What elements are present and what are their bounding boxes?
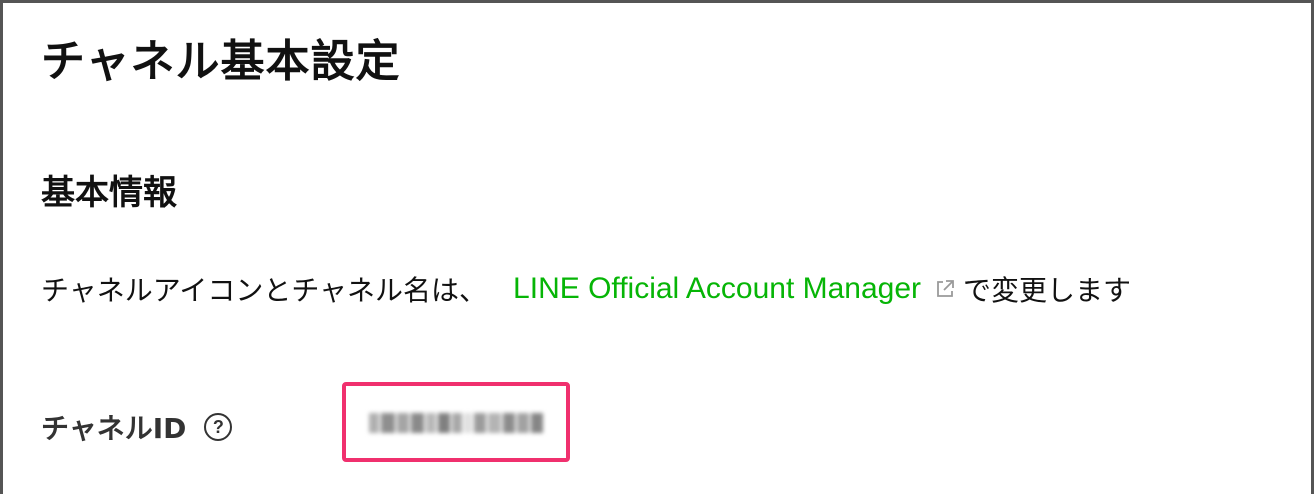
section-title-basic-info: 基本情報: [41, 173, 177, 213]
description-suffix: で変更します: [963, 274, 1132, 307]
channel-id-row: チャネルID ?: [41, 407, 233, 447]
basic-info-description: チャネルアイコンとチャネル名は、 LINE Official Account M…: [41, 269, 1131, 309]
page-title: チャネル基本設定: [41, 36, 401, 87]
line-oa-manager-link[interactable]: LINE Official Account Manager: [513, 272, 921, 306]
channel-id-highlight-box: [342, 382, 570, 462]
description-prefix: チャネルアイコンとチャネル名は、: [41, 274, 488, 307]
help-icon[interactable]: ?: [204, 413, 233, 441]
settings-panel: チャネル基本設定 基本情報 チャネルアイコンとチャネル名は、 LINE Offi…: [0, 0, 1314, 494]
external-link-icon[interactable]: [935, 273, 955, 297]
channel-id-label: チャネルID: [41, 412, 187, 445]
